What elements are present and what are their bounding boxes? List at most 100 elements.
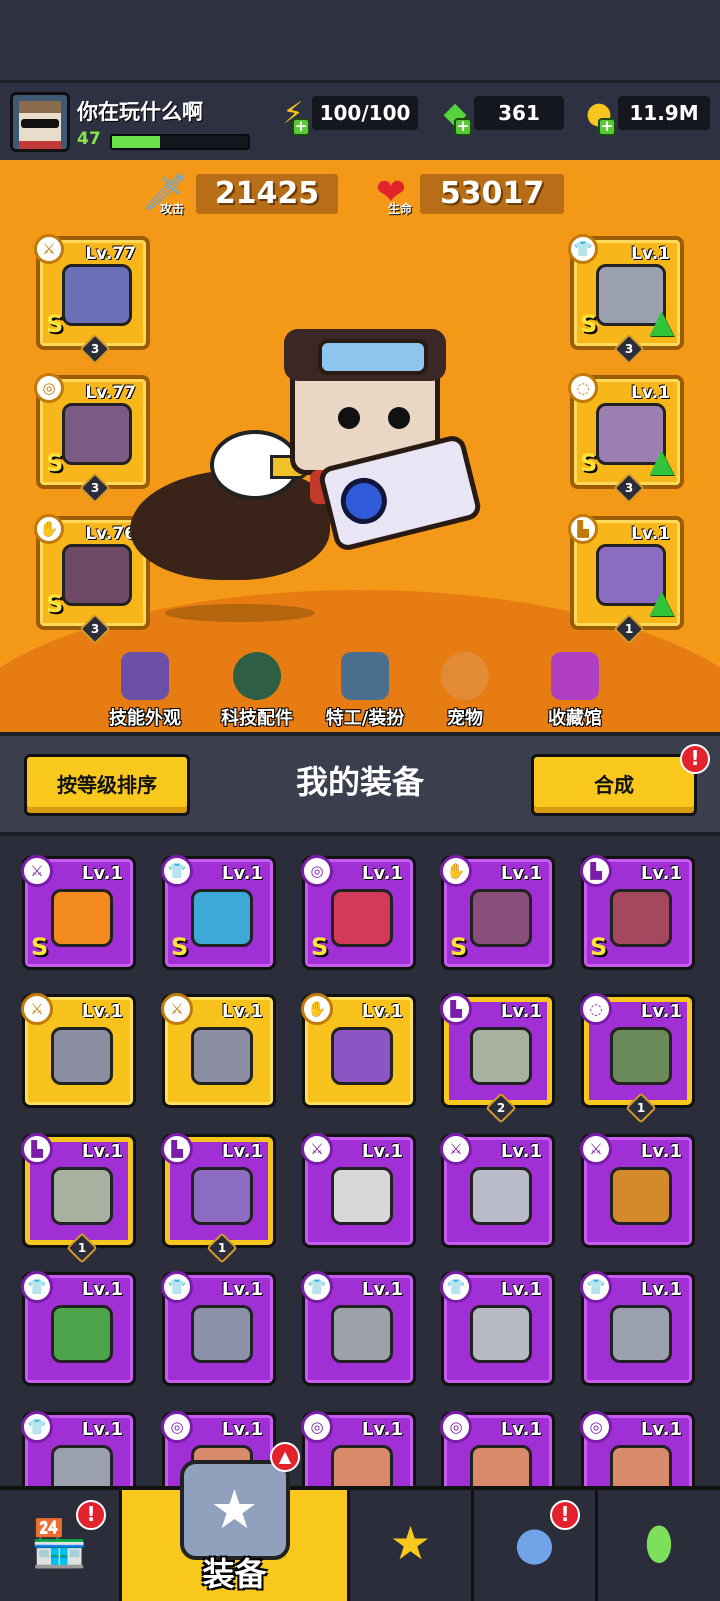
necklace-icon: ◎ xyxy=(440,1411,472,1443)
equipment-item[interactable]: ⚔ Lv.1 xyxy=(161,993,276,1108)
equipment-icon: ★ xyxy=(179,1460,290,1560)
equipment-item[interactable]: 👕 Lv.1 xyxy=(21,1411,136,1486)
item-level: Lv.1 xyxy=(500,1001,542,1022)
skill-appearance-icon xyxy=(121,652,169,700)
slot-level: Lv.1 xyxy=(631,383,670,403)
tab-label: 宠物 xyxy=(447,708,483,729)
slot-star-count: 3 xyxy=(624,342,634,356)
star-swords-icon: ★ xyxy=(389,1516,432,1570)
sort-by-level-button[interactable]: 按等级排序 xyxy=(24,754,190,816)
add-energy-button[interactable]: + xyxy=(292,118,310,136)
necklace-icon: ◎ xyxy=(161,1411,193,1443)
slot-star-count: 3 xyxy=(90,481,100,495)
item-level: Lv.1 xyxy=(640,1001,682,1022)
equipment-item[interactable]: ◌ Lv.1 1 xyxy=(580,993,695,1124)
boot-icon: ▙ xyxy=(440,993,472,1025)
equipment-item[interactable]: ◎ Lv.1 xyxy=(440,1411,555,1486)
item-level: Lv.1 xyxy=(221,1141,263,1162)
armor-icon: 👕 xyxy=(21,1411,53,1443)
equipment-item[interactable]: ◎ Lv.1 S xyxy=(301,855,416,970)
nav-dna[interactable]: ⬮ xyxy=(598,1490,720,1601)
slot-grade: S xyxy=(580,310,598,338)
coin-counter: 11.9M xyxy=(618,96,710,130)
boot-icon: ▙ xyxy=(568,514,598,544)
item-level: Lv.1 xyxy=(361,1279,403,1300)
equipment-item[interactable]: ▙ Lv.1 2 xyxy=(440,993,555,1124)
weapon-icon: ⚔ xyxy=(580,1133,612,1165)
item-level: Lv.1 xyxy=(81,1419,123,1440)
merge-button[interactable]: 合成 xyxy=(531,754,697,816)
equipment-item[interactable]: ▙ Lv.1 1 xyxy=(161,1133,276,1264)
item-art xyxy=(610,1305,672,1363)
nav-battle[interactable]: ★ xyxy=(350,1490,474,1601)
item-level: Lv.1 xyxy=(361,1001,403,1022)
item-level: Lv.1 xyxy=(81,863,123,884)
item-grade: S xyxy=(31,933,49,961)
add-gems-button[interactable]: + xyxy=(454,118,472,136)
equipment-item[interactable]: 👕 Lv.1 xyxy=(301,1271,416,1386)
armor-icon: 👕 xyxy=(161,1271,193,1303)
equipment-item[interactable]: ◎ Lv.1 xyxy=(580,1411,695,1486)
equipment-item[interactable]: 👕 Lv.1 xyxy=(161,1271,276,1386)
equipment-grid: ⚔ Lv.1 S 👕 Lv.1 S ◎ Lv.1 S ✋ Lv.1 S ▙ Lv.1 S ⚔ Lv.1 ⚔ Lv.1… xyxy=(0,836,720,1486)
hp-label: 生命 xyxy=(388,202,413,216)
item-level: Lv.1 xyxy=(500,1141,542,1162)
item-star-badge: 2 xyxy=(485,1092,517,1124)
slot-level: Lv.76 xyxy=(85,524,136,544)
tab-collection[interactable]: 收藏馆 xyxy=(520,652,630,732)
item-level: Lv.1 xyxy=(640,1419,682,1440)
nav-equipment[interactable]: ★ 装备 xyxy=(122,1460,350,1601)
item-art xyxy=(610,889,672,947)
equipment-item[interactable]: 👕 Lv.1 xyxy=(580,1271,695,1386)
item-art xyxy=(51,1305,113,1363)
weapon-icon: ⚔ xyxy=(21,993,53,1025)
equip-slot-boot[interactable]: ▙ Lv.1 ▲ 1 xyxy=(568,514,684,645)
energy-counter: 100/100 xyxy=(312,96,418,130)
equipment-item[interactable]: ✋ Lv.1 xyxy=(301,993,416,1108)
equipment-item[interactable]: ✋ Lv.1 S xyxy=(440,855,555,970)
equipment-item[interactable]: ⚔ Lv.1 xyxy=(580,1133,695,1248)
item-grade: S xyxy=(590,933,608,961)
armor-icon: 👕 xyxy=(161,855,193,887)
add-coins-button[interactable]: + xyxy=(598,118,616,136)
tab-pet[interactable]: 宠物 xyxy=(410,652,520,732)
equipment-item[interactable]: ▙ Lv.1 S xyxy=(580,855,695,970)
equipment-item[interactable]: 👕 Lv.1 xyxy=(440,1271,555,1386)
equip-slot-armor[interactable]: 👕 Lv.1 S ▲ 3 xyxy=(568,234,684,365)
glove-art xyxy=(62,544,132,606)
item-star-count: 1 xyxy=(636,1101,646,1115)
necklace-icon: ◎ xyxy=(580,1411,612,1443)
equipment-item[interactable]: ◎ Lv.1 xyxy=(301,1411,416,1486)
item-level: Lv.1 xyxy=(361,1141,403,1162)
item-art xyxy=(191,1305,253,1363)
equip-slot-necklace[interactable]: ◎ Lv.77 S 3 xyxy=(34,373,150,504)
item-art xyxy=(331,889,393,947)
weapon-icon: ⚔ xyxy=(161,993,193,1025)
tab-agent-outfit[interactable]: 特工/装扮 xyxy=(310,652,420,732)
equipment-item[interactable]: ⚔ Lv.1 xyxy=(440,1133,555,1248)
tab-tech-parts[interactable]: 科技配件 xyxy=(202,652,312,732)
item-grade: S xyxy=(171,933,189,961)
equipment-item[interactable]: ▙ Lv.1 1 xyxy=(21,1133,136,1264)
dna-capsule-icon: ⬮ xyxy=(644,1516,674,1570)
equipment-item[interactable]: ⚔ Lv.1 xyxy=(21,993,136,1108)
equipment-item[interactable]: ⚔ Lv.1 xyxy=(301,1133,416,1248)
equipment-item[interactable]: 👕 Lv.1 xyxy=(21,1271,136,1386)
boot-icon: ▙ xyxy=(580,855,612,887)
equip-slot-weapon[interactable]: ⚔ Lv.77 S 3 xyxy=(34,234,150,365)
item-level: Lv.1 xyxy=(640,863,682,884)
equipment-item[interactable]: ⚔ Lv.1 S xyxy=(21,855,136,970)
player-avatar[interactable] xyxy=(10,92,70,152)
item-star-count: 1 xyxy=(77,1241,87,1255)
item-art xyxy=(191,1167,253,1225)
equipment-upgrade-badge: ▲ xyxy=(270,1442,300,1472)
nav-planet[interactable]: ● xyxy=(474,1490,598,1601)
tab-label: 特工/装扮 xyxy=(325,708,405,729)
attack-value: 21425 xyxy=(196,174,338,214)
equipment-item[interactable]: 👕 Lv.1 S xyxy=(161,855,276,970)
item-level: Lv.1 xyxy=(361,1419,403,1440)
equip-slot-belt[interactable]: ◌ Lv.1 S ▲ 3 xyxy=(568,373,684,504)
tab-skill-appearance[interactable]: 技能外观 xyxy=(90,652,200,732)
upgrade-arrow-icon: ▲ xyxy=(649,441,674,479)
slot-grade: S xyxy=(46,449,64,477)
